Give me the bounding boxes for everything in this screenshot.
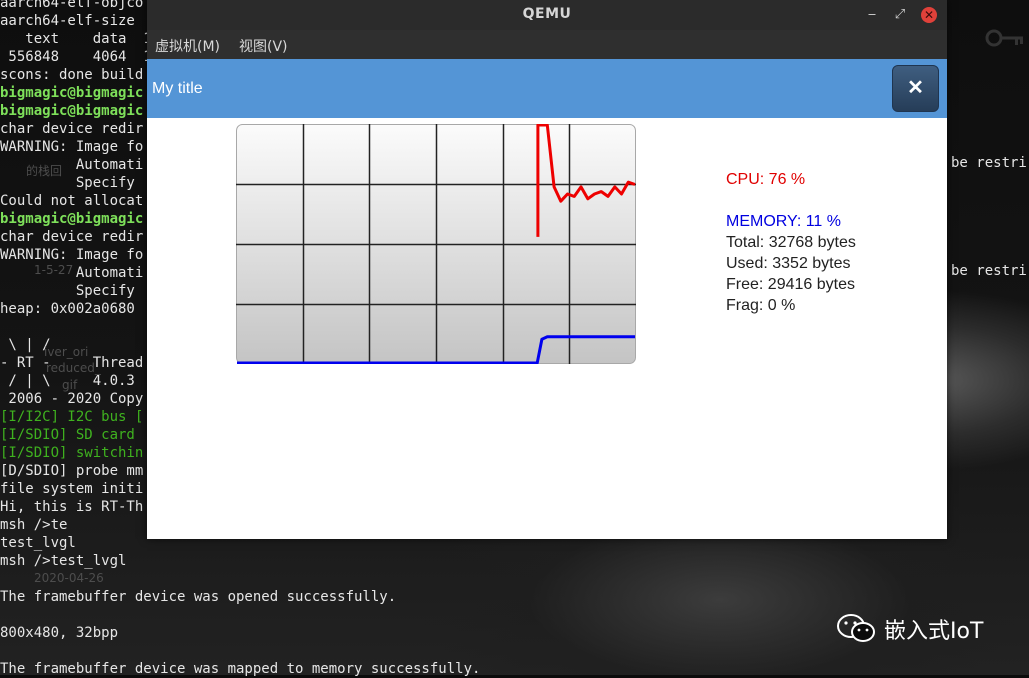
terminal-line: bigmagic@bigmagic: [0, 85, 144, 101]
terminal-fragment: be restri: [951, 155, 1027, 171]
app-header: My title ✕: [147, 59, 947, 118]
terminal-line: text data 1: [0, 31, 152, 47]
terminal-line: bigmagic@bigmagic: [0, 211, 144, 227]
terminal-fragment: be restri: [951, 263, 1027, 279]
qemu-window: QEMU ‒ ⤢ ✕ 虚拟机(M) 视图(V) My title ✕ CPU: …: [147, 0, 947, 539]
memory-total: Total: 32768 bytes: [726, 234, 856, 251]
watermark: 嵌入式IoT: [836, 612, 983, 646]
terminal-line: Hi, this is RT-Th: [0, 499, 144, 515]
desktop-label: 2020-04-26: [34, 571, 104, 585]
menu-machine[interactable]: 虚拟机(M): [155, 36, 220, 56]
terminal-line: Automati: [0, 157, 144, 173]
terminal-line: [I/I2C] I2C bus [: [0, 409, 144, 425]
wechat-icon: [837, 614, 875, 642]
desktop-label: iver_ori: [44, 345, 89, 359]
chart-svg: [236, 123, 636, 365]
menu-view[interactable]: 视图(V): [239, 36, 288, 56]
desktop-label: reduced_: [46, 361, 101, 375]
memory-free: Free: 29416 bytes: [726, 276, 855, 293]
window-title: QEMU: [522, 6, 572, 22]
memory-used: Used: 3352 bytes: [726, 255, 851, 272]
terminal-line: Specify: [0, 283, 144, 299]
key-icon: [985, 29, 1023, 47]
terminal-line: test_lvgl: [0, 535, 76, 551]
terminal-line: \ | /: [0, 337, 51, 353]
desktop-label: gif: [62, 378, 78, 392]
minimize-button[interactable]: ‒: [863, 6, 881, 24]
app-title: My title: [152, 80, 203, 97]
terminal-line: aarch64-elf-objco: [0, 0, 144, 11]
close-window-button[interactable]: ✕: [921, 7, 937, 23]
terminal-line: char device redir: [0, 229, 144, 245]
watermark-text: 嵌入式IoT: [884, 619, 984, 644]
terminal-line: msh />test_lvgl: [0, 553, 127, 569]
terminal-line: [I/SDIO] switchin: [0, 445, 144, 461]
desktop-label: 的栈回: [26, 164, 63, 178]
terminal-line: [D/SDIO] probe mm: [0, 463, 144, 479]
terminal-line: scons: done build: [0, 67, 144, 83]
performance-chart: [236, 123, 636, 365]
terminal-line: The framebuffer device was mapped to mem…: [0, 661, 481, 677]
maximize-button[interactable]: ⤢: [891, 6, 909, 24]
terminal-line: msh />te: [0, 517, 68, 533]
terminal-line: 800x480, 32bpp: [0, 625, 119, 641]
memory-frag: Frag: 0 %: [726, 297, 796, 314]
desktop-label: 1-5-27: [34, 263, 74, 277]
terminal-line: The framebuffer device was opened succes…: [0, 589, 397, 605]
terminal-line: Specify: [0, 175, 144, 191]
terminal-line: 2006 - 2020 Copy: [0, 391, 144, 407]
terminal-line: aarch64-elf-size: [0, 13, 135, 29]
terminal-line: heap: 0x002a0680: [0, 301, 144, 317]
terminal-line: 556848 4064 1: [0, 49, 152, 65]
terminal-line: bigmagic@bigmagic: [0, 103, 144, 119]
terminal-line: Could not allocat: [0, 193, 144, 209]
cpu-label: CPU: 76 %: [726, 171, 806, 188]
terminal-line: WARNING: Image fo: [0, 247, 144, 263]
window-titlebar[interactable]: QEMU ‒ ⤢ ✕: [147, 0, 947, 30]
terminal-line: file system initi: [0, 481, 144, 497]
terminal-line: WARNING: Image fo: [0, 139, 144, 155]
terminal-line: [I/SDIO] SD card: [0, 427, 144, 443]
memory-label: MEMORY: 11 %: [726, 213, 841, 230]
terminal-line: char device redir: [0, 121, 144, 137]
app-close-button[interactable]: ✕: [892, 65, 939, 112]
menu-bar: 虚拟机(M) 视图(V): [147, 30, 947, 59]
